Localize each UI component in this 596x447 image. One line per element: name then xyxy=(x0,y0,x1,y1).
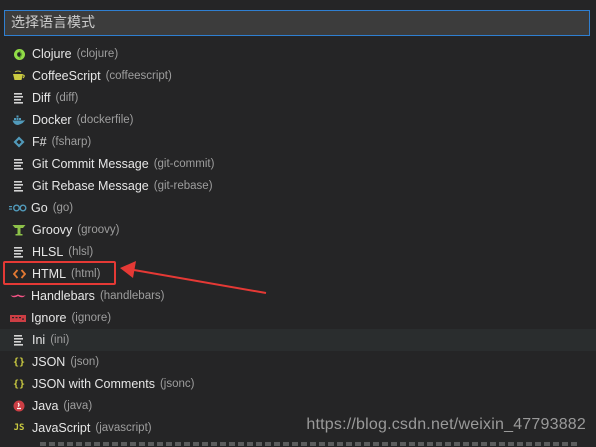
language-name: Go xyxy=(31,201,48,215)
language-id: (handlebars) xyxy=(99,290,165,302)
language-item-ini[interactable]: Ini (ini) xyxy=(0,329,596,351)
language-item-jsonc[interactable]: {} JSON with Comments (jsonc) xyxy=(0,373,596,395)
language-item-java[interactable]: Java (java) xyxy=(0,395,596,417)
language-item-json[interactable]: {} JSON (json) xyxy=(0,351,596,373)
language-id: (go) xyxy=(52,202,74,214)
js-icon: JS xyxy=(13,423,25,433)
language-item-coffeescript[interactable]: CoffeeScript (coffeescript) xyxy=(0,65,596,87)
language-name: JSON xyxy=(32,355,66,369)
partially-visible-row xyxy=(0,437,596,447)
language-item-handlebars[interactable]: Handlebars (handlebars) xyxy=(0,285,596,307)
fsharp-icon xyxy=(12,135,26,149)
java-icon xyxy=(12,399,26,413)
clojure-icon xyxy=(12,47,26,61)
language-id: (java) xyxy=(63,400,93,412)
language-item-groovy[interactable]: Groovy (groovy) xyxy=(0,219,596,241)
language-name: JavaScript xyxy=(32,421,91,435)
search-box[interactable] xyxy=(4,10,590,36)
language-search-input[interactable] xyxy=(5,11,589,35)
language-id: (coffeescript) xyxy=(105,70,172,82)
language-id: (javascript) xyxy=(95,422,152,434)
lines-icon xyxy=(12,157,26,171)
language-name: Ini xyxy=(32,333,46,347)
language-id: (fsharp) xyxy=(51,136,92,148)
language-name: Handlebars xyxy=(31,289,95,303)
cutoff-text-fragment xyxy=(40,442,580,446)
language-name: Docker xyxy=(32,113,72,127)
handlebars-icon xyxy=(10,289,26,303)
language-id: (clojure) xyxy=(76,48,119,60)
language-name: Git Commit Message xyxy=(32,157,149,171)
language-item-docker[interactable]: Docker (dockerfile) xyxy=(0,109,596,131)
language-id: (ini) xyxy=(50,334,70,346)
coffee-icon xyxy=(12,69,26,83)
language-id: (ignore) xyxy=(71,312,112,324)
lines-icon xyxy=(12,245,26,259)
language-name: Diff xyxy=(32,91,51,105)
language-name: Ignore xyxy=(31,311,67,325)
language-item-diff[interactable]: Diff (diff) xyxy=(0,87,596,109)
ignore-icon xyxy=(10,311,26,325)
language-item-ignore[interactable]: Ignore (ignore) xyxy=(0,307,596,329)
braces-icon: {} xyxy=(12,378,26,390)
language-item-clojure[interactable]: Clojure (clojure) xyxy=(0,43,596,65)
language-id: (groovy) xyxy=(77,224,120,236)
language-item-go[interactable]: Go (go) xyxy=(0,197,596,219)
lines-icon xyxy=(12,333,26,347)
groovy-icon xyxy=(12,223,26,237)
html-icon xyxy=(12,267,26,281)
language-item-html[interactable]: HTML (html) xyxy=(0,263,596,285)
language-name: Groovy xyxy=(32,223,73,237)
braces-icon: {} xyxy=(12,356,26,368)
language-name: Git Rebase Message xyxy=(32,179,149,193)
language-item-git-rebase[interactable]: Git Rebase Message (git-rebase) xyxy=(0,175,596,197)
language-name: Java xyxy=(32,399,59,413)
language-id: (dockerfile) xyxy=(76,114,134,126)
language-id: (git-commit) xyxy=(153,158,215,170)
language-list: Clojure (clojure) CoffeeScript (coffeesc… xyxy=(0,43,596,439)
language-id: (git-rebase) xyxy=(153,180,213,192)
language-name: F# xyxy=(32,135,47,149)
language-id: (jsonc) xyxy=(159,378,195,390)
language-id: (hlsl) xyxy=(68,246,94,258)
language-name: CoffeeScript xyxy=(32,69,101,83)
language-id: (diff) xyxy=(55,92,79,104)
docker-icon xyxy=(12,113,26,127)
language-id: (json) xyxy=(70,356,100,368)
language-mode-picker: Clojure (clojure) CoffeeScript (coffeesc… xyxy=(0,0,596,447)
language-item-hlsl[interactable]: HLSL (hlsl) xyxy=(0,241,596,263)
language-name: Clojure xyxy=(32,47,72,61)
watermark-text: https://blog.csdn.net/weixin_47793882 xyxy=(306,416,586,433)
language-item-git-commit[interactable]: Git Commit Message (git-commit) xyxy=(0,153,596,175)
language-name: HLSL xyxy=(32,245,64,259)
language-id: (html) xyxy=(71,268,101,280)
go-icon xyxy=(9,201,27,215)
lines-icon xyxy=(12,179,26,193)
language-name: HTML xyxy=(32,267,67,281)
lines-icon xyxy=(12,91,26,105)
language-name: JSON with Comments xyxy=(32,377,155,391)
language-item-fsharp[interactable]: F# (fsharp) xyxy=(0,131,596,153)
